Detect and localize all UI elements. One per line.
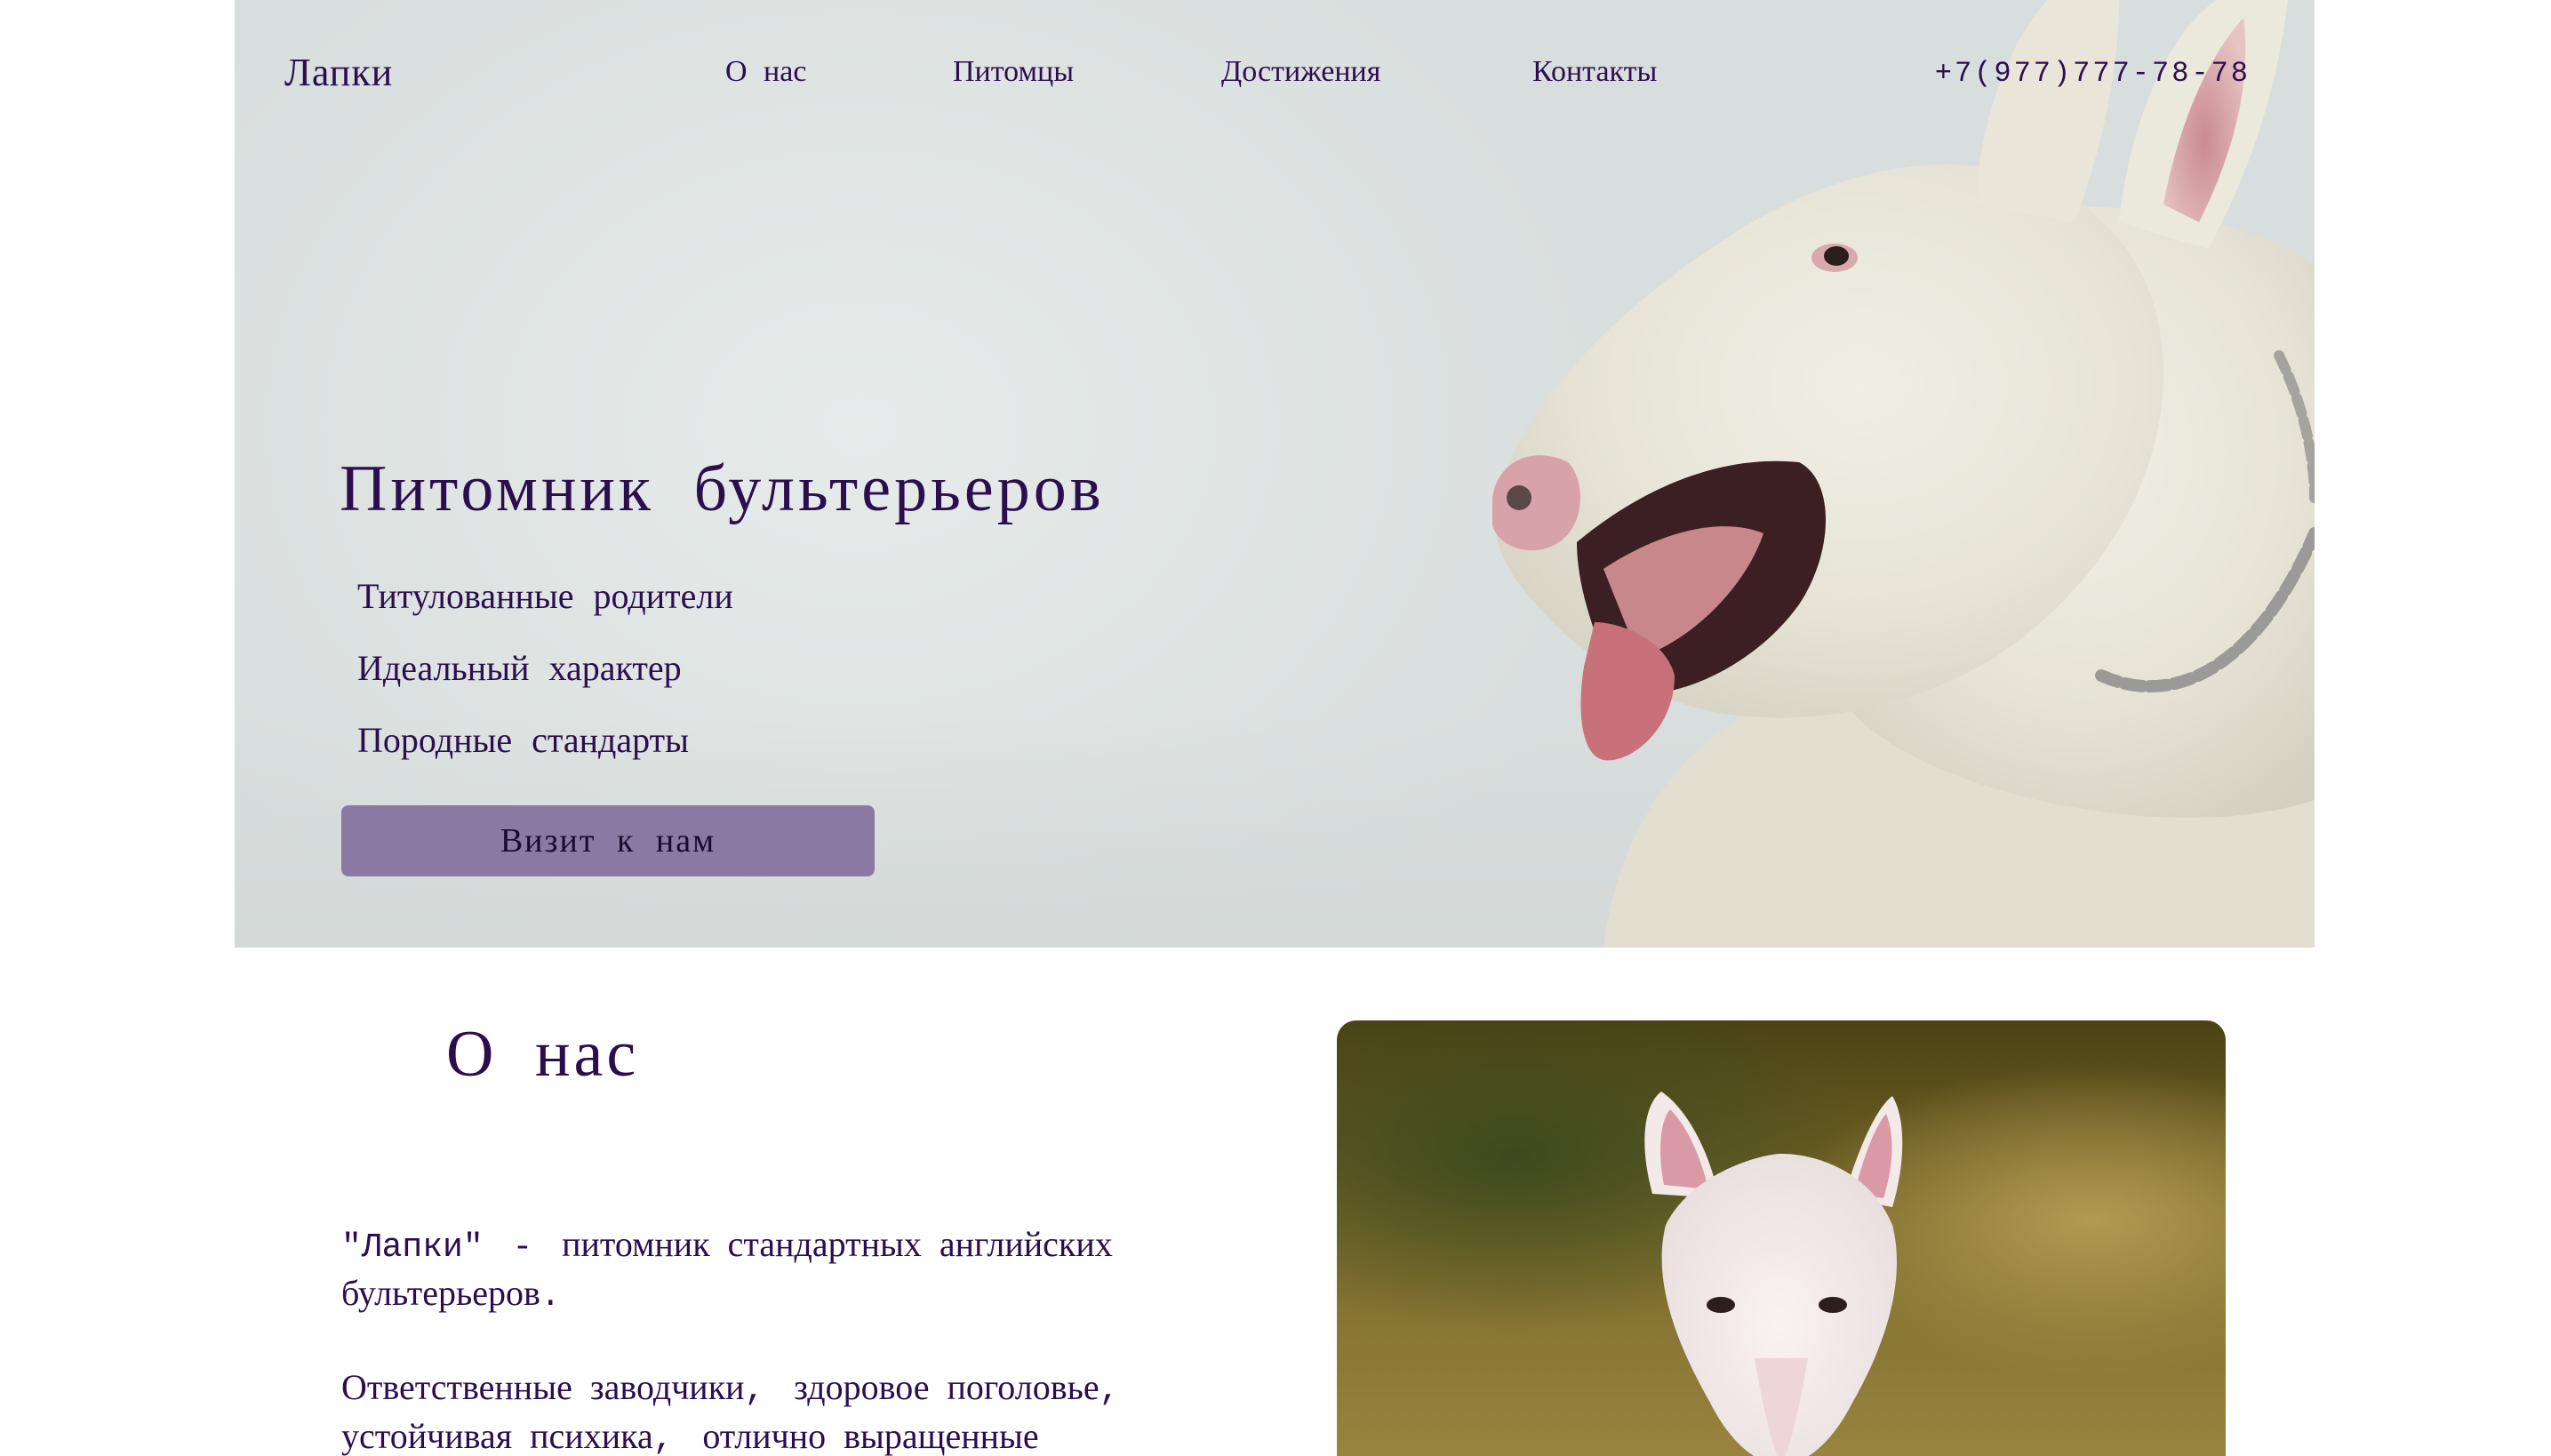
nav-item-contacts[interactable]: Контакты xyxy=(1532,55,1657,89)
hero-feature-item: Титулованные родители xyxy=(357,576,733,616)
about-period: . xyxy=(540,1277,561,1316)
hero-title: Питомник бультерьеров xyxy=(340,452,1105,525)
about-dash: - xyxy=(483,1228,563,1267)
nav-item-pets[interactable]: Питомцы xyxy=(953,55,1074,89)
phone-number[interactable]: +7(977)777-78-78 xyxy=(1935,57,2251,90)
hero-feature-list: Титулованные родители Идеальный характер… xyxy=(357,560,733,776)
about-dog-image xyxy=(1337,1020,2226,1456)
about-text: "Лапки" - питомник стандартных английски… xyxy=(341,1221,1195,1456)
hero-dog-image xyxy=(1492,0,2315,948)
hero-feature-item: Породные стандарты xyxy=(357,720,689,760)
about-paragraph: Ответственные заводчики, здоровое поголо… xyxy=(341,1364,1195,1456)
about-quote: "Лапки" xyxy=(341,1228,484,1267)
about-text-2b: здоровое поголовье xyxy=(794,1367,1100,1407)
about-text-2a: Ответственные заводчики xyxy=(341,1367,745,1407)
nav-item-about[interactable]: О нас xyxy=(725,55,806,89)
hero-feature-item: Идеальный характер xyxy=(357,648,682,688)
about-paragraph: "Лапки" - питомник стандартных английски… xyxy=(341,1221,1195,1319)
about-comma: , xyxy=(1099,1372,1120,1410)
about-text-2d: отлично выращенные xyxy=(702,1416,1039,1456)
visit-button[interactable]: Визит к нам xyxy=(341,805,875,876)
nav-item-achievements[interactable]: Достижения xyxy=(1221,55,1380,89)
about-comma: , xyxy=(744,1372,795,1410)
about-title: О нас xyxy=(446,1018,640,1091)
hero-section: Лапки О нас Питомцы Достижения Контакты … xyxy=(235,0,2315,948)
about-comma: , xyxy=(652,1420,703,1456)
site-logo[interactable]: Лапки xyxy=(284,50,393,95)
about-text-2c: устойчивая психика xyxy=(341,1416,653,1456)
